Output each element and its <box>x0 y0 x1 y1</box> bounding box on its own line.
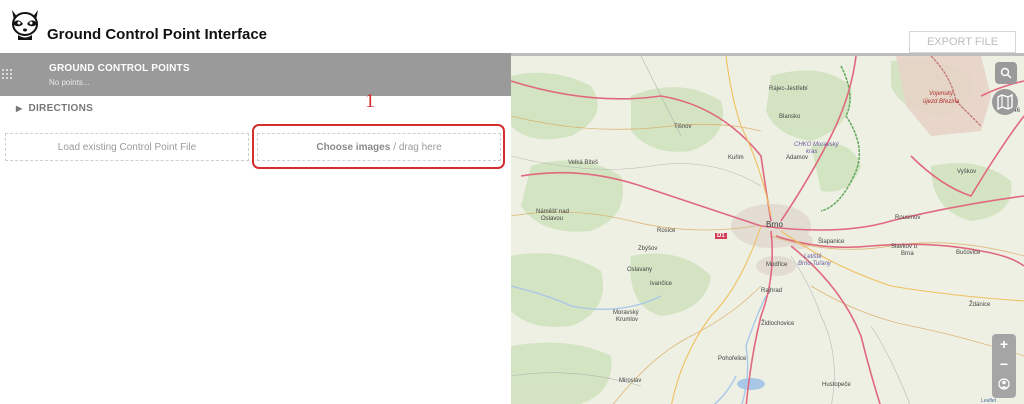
map-label-letiste1: Letiště <box>804 254 822 260</box>
choose-images-label: Choose images <box>316 141 391 153</box>
map-label-blansko: Blansko <box>779 114 801 120</box>
annotation-number: 1 <box>365 90 375 112</box>
map-label-rajec: Rájec-Jestřebí <box>769 86 808 92</box>
locate-icon <box>998 378 1010 390</box>
map-label-ujezd: újezd Březina <box>923 99 960 105</box>
map-search-button[interactable] <box>995 62 1017 84</box>
map-label-tisnov: Tišnov <box>674 124 692 130</box>
map-label-zbysov: Zbýšov <box>638 246 658 252</box>
load-control-point-file-button[interactable]: Load existing Control Point File <box>5 133 249 161</box>
grip-icon[interactable] <box>2 69 12 79</box>
map-layers-icon <box>997 94 1013 110</box>
map-label-d1: D1 <box>715 233 727 239</box>
map-label-kurim: Kuřim <box>728 155 744 161</box>
map-label-moravsky2: Krumlov <box>616 317 639 323</box>
raccoon-logo-icon <box>12 10 38 40</box>
map-label-rajhrad: Rajhrad <box>761 288 783 294</box>
map-label-hustopece: Hustopeče <box>822 382 851 388</box>
map-label-rosice: Rosice <box>657 228 676 234</box>
map-label-miroslav: Miroslav <box>619 378 642 384</box>
choose-images-dropzone[interactable]: Choose images / drag here <box>257 133 501 161</box>
map-label-zidlochovice: Židlochovice <box>761 321 795 327</box>
drag-here-label: / drag here <box>393 141 442 153</box>
map-label-slapanice: Šlapanice <box>818 239 845 245</box>
map-label-chko1: CHKO Moravský <box>794 142 839 148</box>
map-label-velka-bites: Velká Bíteš <box>568 160 599 166</box>
zoom-out-button[interactable]: − <box>992 354 1016 374</box>
map-label-slavkov2: Brna <box>901 251 914 257</box>
map-label-ivancice: Ivančice <box>650 281 673 287</box>
search-icon <box>1000 67 1012 79</box>
directions-label: DIRECTIONS <box>28 103 94 114</box>
zoom-in-button[interactable]: + <box>992 334 1016 354</box>
export-file-button[interactable]: EXPORT FILE <box>909 31 1016 53</box>
map-label-bucovice: Bučovice <box>956 250 981 256</box>
map-label-rousinov: Rousínov <box>895 215 921 221</box>
map-label-vojensky: Vojenský <box>929 91 954 97</box>
map-label-modrice: Modřice <box>766 262 788 268</box>
map-label-slavkov1: Slavkov u <box>891 244 918 250</box>
app-header: Ground Control Point Interface EXPORT FI… <box>0 0 1024 53</box>
map-label-zdanice: Ždánice <box>969 302 991 308</box>
map-label-pohorelice: Pohořelice <box>718 356 747 362</box>
gcp-panel-header[interactable]: GROUND CONTROL POINTS No points... <box>0 53 511 96</box>
gcp-panel-title: GROUND CONTROL POINTS <box>49 63 190 74</box>
map-label-brno: Brno <box>766 220 783 229</box>
locate-button[interactable] <box>992 374 1016 394</box>
caret-right-icon: ▶ <box>16 104 23 113</box>
map-view[interactable]: Rájec-Jestřebí Vojenský újezd Březina D4… <box>511 53 1024 404</box>
map-label-letiste2: Brno-Tuřany <box>798 261 831 267</box>
map-layers-button[interactable] <box>992 89 1018 115</box>
map-label-namest1: Náměšť nad <box>536 209 569 215</box>
zoom-controls: + − <box>992 334 1016 398</box>
map-label-namest2: Oslavou <box>541 216 564 222</box>
map-attribution[interactable]: Leaflet <box>981 398 996 404</box>
left-panel: GROUND CONTROL POINTS No points... ▶ DIR… <box>0 53 511 404</box>
map-label-adamov: Adamov <box>786 155 809 161</box>
map-label-vyskov: Vyškov <box>957 169 977 175</box>
map-label-oslavany: Oslavany <box>627 267 653 273</box>
directions-toggle[interactable]: ▶ DIRECTIONS <box>16 103 93 114</box>
gcp-points-status: No points... <box>49 78 90 87</box>
app-title: Ground Control Point Interface <box>47 26 267 43</box>
map-label-moravsky1: Moravský <box>613 310 639 316</box>
map-background <box>511 56 1024 404</box>
